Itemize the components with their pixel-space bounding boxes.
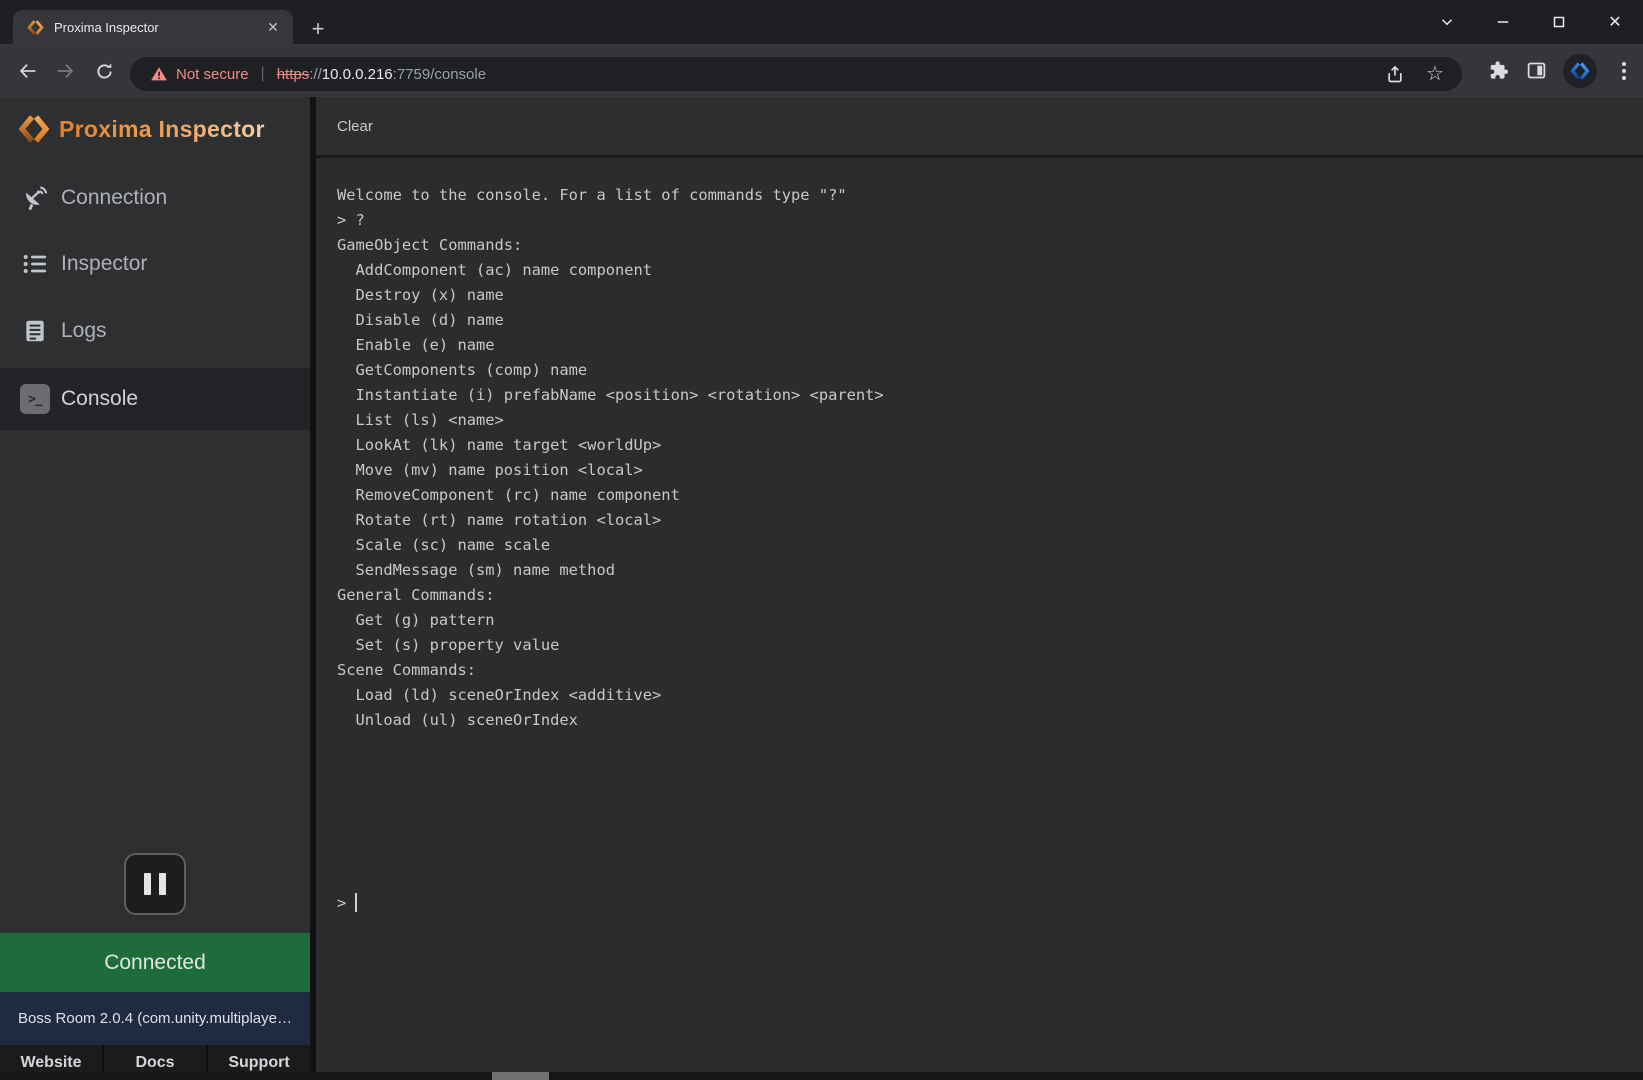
share-icon [1385,64,1405,84]
warning-triangle-icon [150,65,168,83]
side-panel-icon [1526,60,1547,81]
console-prompt[interactable]: > [316,890,357,915]
pause-button[interactable] [124,853,186,915]
reload-button[interactable] [86,53,122,89]
forward-arrow-icon [54,60,76,82]
browser-menu-button[interactable] [1613,60,1635,82]
connection-status-label: Connected [104,951,206,975]
console-panel: Clear Welcome to the console. For a list… [316,97,1643,1080]
forward-button[interactable] [47,53,83,89]
back-button[interactable] [10,53,46,89]
pause-icon [159,873,166,895]
browser-titlebar: Proxima Inspector ✕ + ✕ [0,0,1643,44]
browser-tab[interactable]: Proxima Inspector ✕ [13,10,293,44]
address-divider: | [261,65,265,83]
console-output-text: Welcome to the console. For a list of co… [316,158,884,733]
url-text[interactable]: https://10.0.0.216:7759/console [277,66,1384,83]
project-info-bar: Boss Room 2.0.4 (com.unity.multiplaye… [0,992,310,1045]
url-path: :7759/console [393,66,486,83]
proxima-blue-icon [1570,61,1590,81]
app-logo: Proxima Inspector [18,108,265,150]
minimize-button[interactable] [1475,0,1531,44]
new-tab-button[interactable]: + [305,17,331,43]
proxima-logo-icon [18,113,50,145]
terminal-icon: >_ [20,384,50,414]
clear-button[interactable]: Clear [337,118,373,135]
tab-search-chevron-icon[interactable] [1419,0,1475,44]
tab-title: Proxima Inspector [54,20,263,35]
horizontal-scrollbar[interactable] [0,1072,1643,1080]
console-toolbar: Clear [316,97,1643,155]
tab-close-icon[interactable]: ✕ [263,17,283,37]
app-title: Proxima Inspector [59,116,265,143]
sidebar-item-inspector[interactable]: Inspector [0,233,310,295]
scrollbar-thumb[interactable] [492,1072,549,1080]
toolbar-right-icons [1487,44,1635,97]
url-host: 10.0.0.216 [322,66,393,83]
back-arrow-icon [17,60,39,82]
sidebar-item-label: Connection [61,186,167,210]
share-button[interactable] [1384,63,1406,85]
sidebar: Proxima Inspector Connection [0,97,310,1080]
window-controls: ✕ [1419,0,1643,44]
sidebar-item-label: Inspector [61,252,147,276]
list-icon [20,249,50,279]
star-icon: ☆ [1426,64,1444,84]
not-secure-label[interactable]: Not secure [176,66,249,83]
text-cursor [355,893,357,912]
proxima-extension-button[interactable] [1563,54,1597,88]
extensions-button[interactable] [1487,60,1509,82]
sidebar-item-label: Logs [61,319,107,343]
prompt-symbol: > [337,894,346,912]
bookmark-star-button[interactable]: ☆ [1424,63,1446,85]
project-info-label: Boss Room 2.0.4 (com.unity.multiplaye… [18,1010,292,1027]
url-scheme: https [277,66,310,83]
satellite-dish-icon [20,183,50,213]
sidebar-item-console[interactable]: >_ Console [0,368,310,430]
sidebar-item-connection[interactable]: Connection [0,167,310,229]
connection-status-bar: Connected [0,933,310,992]
document-lines-icon [20,316,50,346]
pause-icon [144,873,151,895]
address-bar[interactable]: Not secure | https://10.0.0.216:7759/con… [130,57,1462,91]
puzzle-icon [1488,60,1509,81]
sidebar-item-label: Console [61,387,138,411]
url-separator: :// [309,66,322,83]
maximize-button[interactable] [1531,0,1587,44]
close-window-button[interactable]: ✕ [1587,0,1643,44]
side-panel-button[interactable] [1525,60,1547,82]
reload-icon [94,61,115,82]
proxima-inspector-page: Proxima Inspector Connection [0,97,1643,1080]
browser-toolbar: Not secure | https://10.0.0.216:7759/con… [0,44,1643,97]
browser-window: Proxima Inspector ✕ + ✕ [0,0,1643,1080]
sidebar-item-logs[interactable]: Logs [0,300,310,362]
proxima-favicon-icon [27,19,44,36]
